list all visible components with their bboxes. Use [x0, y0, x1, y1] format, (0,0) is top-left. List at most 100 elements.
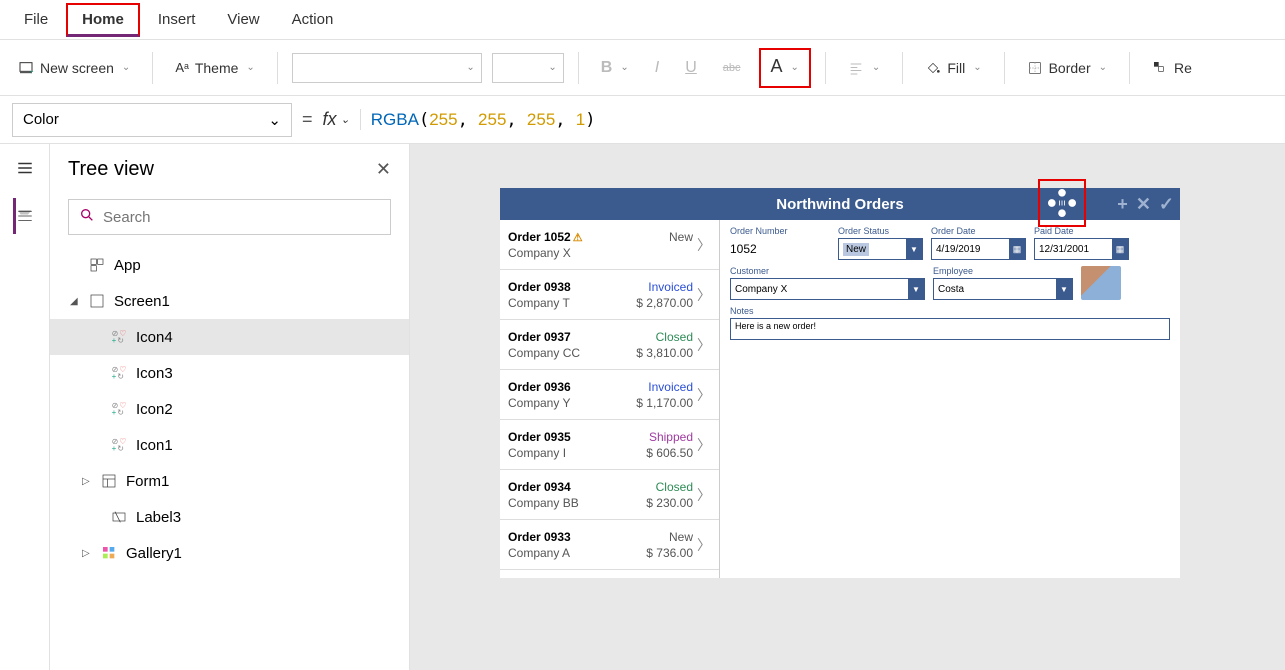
paid-date-input[interactable]: 12/31/2001▦ [1034, 238, 1129, 260]
italic-icon: I [655, 59, 659, 77]
tree-label: Icon3 [136, 365, 173, 382]
tree-item-icon1[interactable]: ⊘♡+↻ Icon1 [50, 427, 409, 463]
order-list-item[interactable]: Order 0937Closed Company CC$ 3,810.00 〉 [500, 320, 719, 370]
font-color-button[interactable]: A ⌄ [759, 48, 811, 88]
hamburger-icon[interactable] [13, 156, 37, 180]
order-status-value: New [843, 243, 869, 256]
cancel-icon[interactable]: ✕ [1136, 194, 1151, 215]
order-list-item[interactable]: Order 0935Shipped Company I$ 606.50 〉 [500, 420, 719, 470]
order-list-item[interactable]: Order 0938Invoiced Company T$ 2,870.00 〉 [500, 270, 719, 320]
tree-search-box[interactable] [68, 199, 391, 235]
chevron-right-icon: 〉 [697, 535, 711, 555]
arg: 255 [429, 110, 457, 129]
formula-input[interactable]: RGBA(255, 255, 255, 1) [371, 110, 596, 130]
dropdown-icon: ▼ [1056, 279, 1072, 299]
separator [902, 52, 903, 84]
arg: 255 [527, 110, 555, 129]
expand-icon[interactable]: ▷ [82, 476, 92, 487]
theme-button[interactable]: Aᵃ Theme ⌄ [167, 56, 262, 80]
order-list-item[interactable]: Order 0936Invoiced Company Y$ 1,170.00 〉 [500, 370, 719, 420]
menu-insert[interactable]: Insert [144, 5, 210, 34]
tree-item-form1[interactable]: ▷ Form1 [50, 463, 409, 499]
check-icon[interactable]: ✓ [1159, 194, 1174, 215]
tree-item-icon2[interactable]: ⊘♡+↻ Icon2 [50, 391, 409, 427]
close-icon[interactable]: ✕ [376, 159, 391, 180]
separator [1004, 52, 1005, 84]
collapse-icon[interactable]: ◢ [70, 296, 80, 307]
order-list-item[interactable]: Order 1052⚠New Company X 〉 [500, 220, 719, 270]
tree-item-screen1[interactable]: ◢ Screen1 [50, 283, 409, 319]
chevron-down-icon: ⌄ [620, 62, 628, 73]
reorder-icon [1152, 60, 1168, 76]
align-icon [848, 60, 864, 76]
tree-item-label3[interactable]: Label3 [50, 499, 409, 535]
order-gallery[interactable]: Order 1052⚠New Company X 〉 Order 0938Inv… [500, 220, 720, 578]
paint-bucket-icon [925, 60, 941, 76]
left-rail [0, 144, 50, 670]
bold-button[interactable]: B⌄ [593, 55, 637, 81]
add-icon[interactable]: + [1117, 194, 1128, 215]
arg: 255 [478, 110, 506, 129]
tree-view-icon[interactable] [13, 198, 37, 234]
order-date-label: Order Date [931, 226, 1026, 236]
menu-view[interactable]: View [213, 5, 273, 34]
notes-label: Notes [730, 306, 1170, 316]
notes-input[interactable]: Here is a new order! [730, 318, 1170, 340]
italic-button[interactable]: I [647, 55, 667, 81]
chevron-right-icon: 〉 [697, 435, 711, 455]
strike-button[interactable]: abc [715, 58, 749, 78]
menu-action[interactable]: Action [278, 5, 348, 34]
font-size-select[interactable]: ⌄ [492, 53, 564, 83]
menu-file[interactable]: File [10, 5, 62, 34]
formula-bar: Color ⌄ = fx⌄ RGBA(255, 255, 255, 1) [0, 96, 1285, 144]
customer-select[interactable]: Company X▼ [730, 278, 925, 300]
new-screen-label: New screen [40, 60, 114, 76]
tree-item-icon4[interactable]: ⊘♡+↻ Icon4 [50, 319, 409, 355]
fill-label: Fill [947, 60, 965, 76]
order-form: Order Number 1052 Order Status New▼ Orde… [720, 220, 1180, 578]
tree-label: Icon4 [136, 329, 173, 346]
align-button[interactable]: ⌄ [840, 56, 888, 80]
reorder-button[interactable]: Re [1144, 56, 1200, 80]
chevron-down-icon: ⌄ [122, 62, 130, 73]
menu-home[interactable]: Home [66, 3, 140, 37]
order-status-select[interactable]: New ▼ [838, 238, 923, 260]
border-button[interactable]: Border ⌄ [1019, 56, 1115, 80]
dropdown-icon: ▼ [906, 239, 922, 259]
icon-group-icon: ⊘♡+↻ [110, 364, 128, 382]
chevron-down-icon: ⌄ [1099, 62, 1107, 73]
app-preview: Northwind Orders + ✕ ✓ Order 1052⚠New Co… [500, 188, 1180, 578]
gallery-icon [100, 544, 118, 562]
icon-group-icon: ⊘♡+↻ [110, 400, 128, 418]
label-icon [110, 508, 128, 526]
fill-button[interactable]: Fill ⌄ [917, 56, 989, 80]
order-status-label: Order Status [838, 226, 923, 236]
new-screen-button[interactable]: + New screen ⌄ [10, 56, 138, 80]
font-select[interactable]: ⌄ [292, 53, 482, 83]
reorder-label: Re [1174, 60, 1192, 76]
underline-icon: U [685, 59, 697, 77]
tree-item-gallery1[interactable]: ▷ Gallery1 [50, 535, 409, 571]
fx-label[interactable]: fx⌄ [323, 109, 361, 130]
chevron-right-icon: 〉 [697, 335, 711, 355]
order-list-item[interactable]: Order 0934Closed Company BB$ 230.00 〉 [500, 470, 719, 520]
customer-value: Company X [735, 284, 787, 295]
underline-button[interactable]: U [677, 55, 705, 81]
tree-item-app[interactable]: App [50, 247, 409, 283]
sort-icon-selected[interactable] [1038, 179, 1086, 227]
bold-icon: B [601, 59, 613, 77]
expand-icon[interactable]: ▷ [82, 548, 92, 559]
employee-select[interactable]: Costa▼ [933, 278, 1073, 300]
tree-label: Icon1 [136, 437, 173, 454]
search-input[interactable] [103, 209, 380, 226]
tree-item-icon3[interactable]: ⊘♡+↻ Icon3 [50, 355, 409, 391]
separator [578, 52, 579, 84]
paid-date-value: 12/31/2001 [1039, 244, 1089, 255]
theme-label: Theme [195, 60, 239, 76]
property-select[interactable]: Color ⌄ [12, 103, 292, 137]
order-list-item[interactable]: Order 0933New Company A$ 736.00 〉 [500, 520, 719, 570]
menubar: File Home Insert View Action [0, 0, 1285, 40]
tree-label: Form1 [126, 473, 169, 490]
order-date-input[interactable]: 4/19/2019▦ [931, 238, 1026, 260]
icon-group-icon: ⊘♡+↻ [110, 328, 128, 346]
